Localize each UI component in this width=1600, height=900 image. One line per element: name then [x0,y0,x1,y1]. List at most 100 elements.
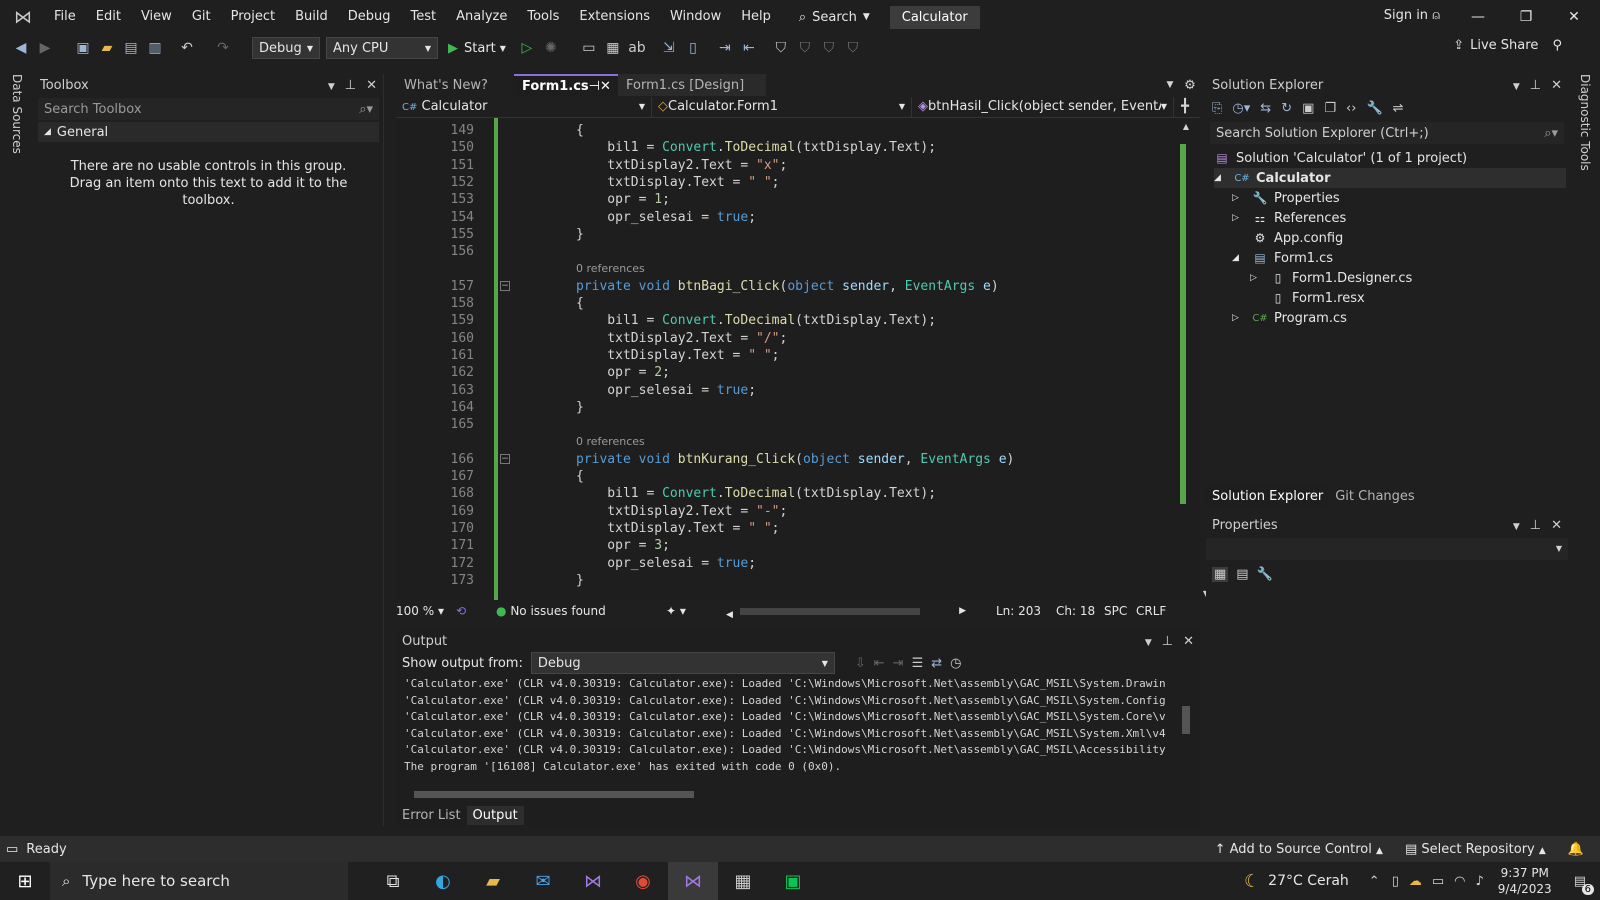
meet-now-icon[interactable]: ▯ [1392,874,1399,889]
properties-wrench-icon[interactable]: 🔧 [1366,101,1382,116]
line-ending[interactable]: CRLF [1136,604,1166,618]
code-lens-references[interactable]: 0 references [396,260,1176,277]
find-message-icon[interactable]: ⇩ [855,656,866,671]
expand-icon[interactable]: ◢ [1214,173,1234,183]
editor-vertical-scrollbar[interactable]: ▲ ▼ [1176,118,1209,600]
expand-icon[interactable]: ▷ [1232,193,1252,203]
line-app-icon[interactable]: ▣ [768,862,818,900]
taskbar-search-box[interactable]: ⌕ Type here to search [50,862,348,900]
solution-platform-select[interactable]: Any CPU ▼ [326,37,438,59]
save-icon[interactable]: ▤ [120,37,142,59]
member-dropdown[interactable]: ◈btnHasil_Click(object sender, EventArgs… [912,96,1174,117]
edge-icon[interactable]: ◐ [418,862,468,900]
tree-item-calculator[interactable]: ◢ C# Calculator [1214,168,1566,188]
live-share-button[interactable]: ⇪ Live Share ⚲ [1453,38,1562,53]
collapse-region-icon[interactable]: − [500,453,510,464]
folder-view-icon[interactable]: ▭ [578,37,600,59]
start-button[interactable]: ▶ Start ▼ [448,41,506,56]
expand-icon[interactable]: ▷ [1232,313,1252,323]
tree-item-app-config[interactable]: ⚙ App.config [1252,228,1344,248]
expand-icon[interactable]: ▷ [1250,273,1270,283]
menu-test[interactable]: Test [401,0,447,34]
weather-moon-icon[interactable]: ☾ [1244,871,1260,892]
bookmark-icon[interactable]: ⛉ [770,37,792,59]
tree-item-properties[interactable]: ▷ 🔧 Properties [1232,188,1340,208]
zoom-select[interactable]: 100 % ▾ [396,604,456,618]
gear-icon[interactable]: ⚙ [1180,74,1200,96]
menu-debug[interactable]: Debug [338,0,401,34]
clear-all-icon[interactable]: ☰ [912,656,924,671]
file-explorer-icon[interactable]: ▰ [468,862,518,900]
output-status-icon[interactable]: ▭ [6,842,18,857]
code-lens-references[interactable]: 0 references [396,433,1176,450]
restore-button[interactable]: ❐ [1502,0,1550,34]
menu-analyze[interactable]: Analyze [446,0,517,34]
step-icon[interactable]: ⇲ [658,37,680,59]
property-pages-icon[interactable]: 🔧 [1257,567,1273,582]
close-icon[interactable]: ✕ [1551,518,1562,533]
tab-form1-cs[interactable]: Form1.cs ⊣ ✕ [514,74,618,96]
sync-icon[interactable]: ⇆ [1260,101,1271,116]
prev-bookmark-icon[interactable]: ⛉ [794,37,816,59]
menu-tools[interactable]: Tools [517,0,569,34]
code-cleanup-icon[interactable]: ✦ ▾ [666,604,726,618]
tree-item-form1-cs[interactable]: ◢ ▤ Form1.cs [1232,248,1333,268]
close-icon[interactable]: ✕ [1551,78,1562,93]
intellicode-icon[interactable]: ⟲ [456,604,496,618]
menu-edit[interactable]: Edit [86,0,131,34]
pin-icon[interactable]: ⊥ [1162,634,1173,649]
scroll-up-icon[interactable]: ▲ [1176,120,1196,134]
object-selector[interactable]: ▼ [1206,538,1568,560]
back-icon[interactable]: ◀ [10,37,32,59]
hot-reload-icon[interactable]: ✺ [540,37,562,59]
minimize-button[interactable]: — [1454,0,1502,34]
tab-whats-new[interactable]: What's New? [396,74,514,96]
task-view-icon[interactable]: ⧉ [368,862,418,900]
tree-item-references[interactable]: ▷ ⚏ References [1232,208,1346,228]
prev-message-icon[interactable]: ⇤ [874,656,885,671]
history-icon[interactable]: ◷▾ [1232,101,1250,116]
h-scroll-thumb[interactable] [740,608,920,615]
forward-icon[interactable]: ▶ [34,37,56,59]
chrome-icon[interactable]: ◉ [618,862,668,900]
volume-icon[interactable]: ♪ [1476,874,1484,889]
switch-views-icon[interactable]: ⎘ [1212,101,1222,116]
output-text[interactable]: 'Calculator.exe' (CLR v4.0.30319: Calcul… [404,676,1176,775]
pin-icon[interactable]: ⊥ [1530,78,1541,93]
notifications-bell-icon[interactable]: 🔔 [1568,842,1584,857]
outdent-icon[interactable]: ⇤ [738,37,760,59]
chevron-down-icon[interactable]: ▼ [1145,638,1152,648]
next-message-icon[interactable]: ⇥ [893,656,904,671]
code-area[interactable]: 149 {150 bil1 = Convert.ToDecimal(txtDisp… [396,118,1176,600]
network-status-icon[interactable]: ☁ [1409,874,1422,889]
add-to-source-control-button[interactable]: ↑ Add to Source Control ▲ [1215,842,1383,857]
indent-icon[interactable]: ⇥ [714,37,736,59]
scroll-thumb[interactable] [1180,144,1186,504]
open-folder-icon[interactable]: ▰ [96,37,118,59]
show-hidden-icons-icon[interactable]: ⌃ [1369,874,1380,889]
tab-list-dropdown-icon[interactable]: ▼ [1160,74,1180,96]
start-without-debugging-icon[interactable]: ▷ [516,37,538,59]
redo-icon[interactable]: ↷ [212,37,234,59]
tab-form1-design[interactable]: Form1.cs [Design] [618,74,766,96]
data-sources-tab[interactable]: Data Sources [10,74,24,154]
visual-studio-installer-icon[interactable]: ⋈ [568,862,618,900]
save-all-icon[interactable]: ▥ [144,37,166,59]
mail-icon[interactable]: ✉ [518,862,568,900]
visual-studio-icon[interactable]: ⋈ [668,862,718,900]
collapse-all-icon[interactable]: ▣ [1302,101,1314,116]
tree-item-form1-designer[interactable]: ▷ ▯ Form1.Designer.cs [1250,268,1412,288]
menu-window[interactable]: Window [660,0,731,34]
references-label[interactable]: 0 references [576,260,645,277]
scroll-right-icon[interactable]: ▶ [959,606,966,616]
preview-icon[interactable]: ⇌ [1393,101,1404,116]
categorized-icon[interactable]: ▦ [1212,566,1229,582]
solution-configuration-select[interactable]: Debug ▼ [252,37,320,59]
tab-solution-explorer[interactable]: Solution Explorer [1206,486,1330,508]
clock[interactable]: 9:37 PM 9/4/2023 [1498,865,1552,897]
issues-indicator[interactable]: ● No issues found [496,604,666,618]
menu-view[interactable]: View [131,0,182,34]
close-icon[interactable]: ✕ [1183,634,1194,649]
tab-git-changes[interactable]: Git Changes [1329,486,1420,508]
view-code-icon[interactable]: ‹› [1346,101,1356,116]
